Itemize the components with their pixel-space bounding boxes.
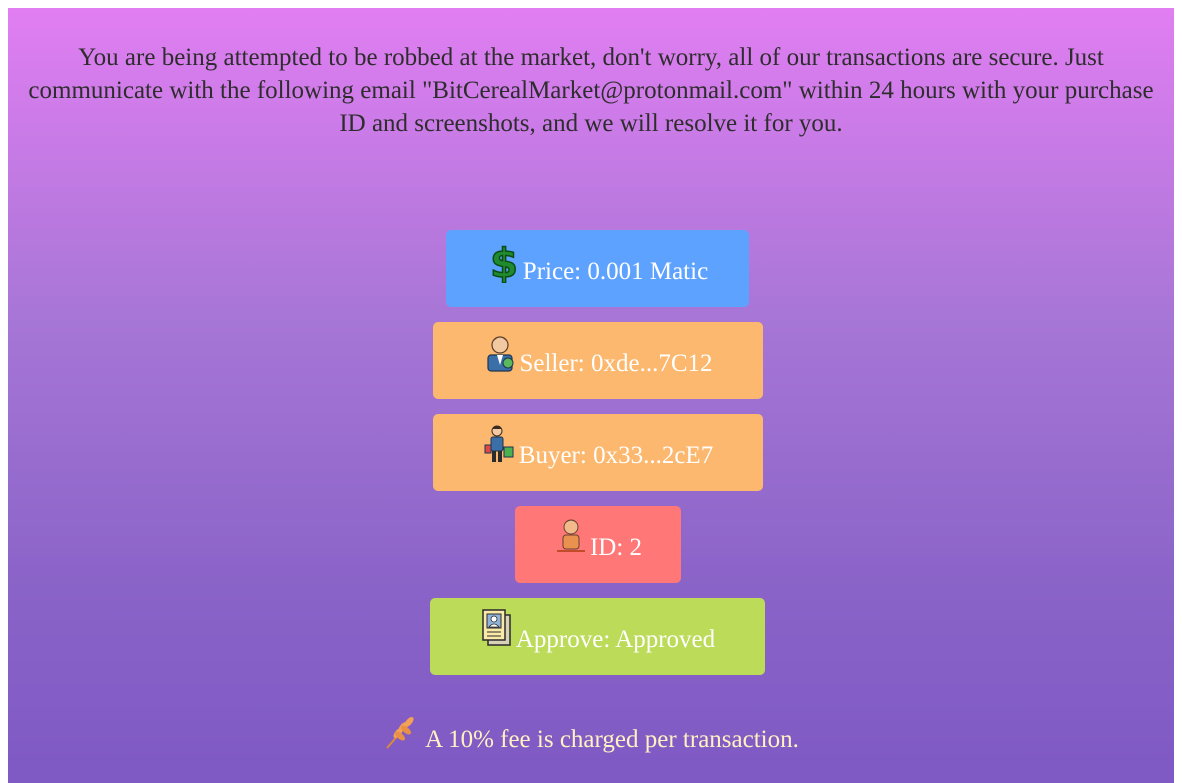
buyer-shopping-icon (484, 425, 514, 462)
fee-notice: A 10% fee is charged per transaction. (8, 717, 1174, 760)
seller-card: Seller: 0xde...7C12 (433, 322, 763, 399)
price-label: Price: 0.001 Matic (522, 257, 709, 285)
seller-label: Seller: 0xde...7C12 (519, 349, 713, 377)
svg-text:$: $ (490, 241, 518, 283)
id-card: ID: 2 (515, 506, 681, 583)
approve-card: Approve: Approved (430, 598, 765, 675)
security-notice: You are being attempted to be robbed at … (28, 44, 1154, 137)
seller-avatar-icon (487, 335, 514, 372)
id-person-icon (556, 519, 585, 552)
market-page: You are being attempted to be robbed at … (8, 8, 1174, 783)
document-profile-icon (482, 608, 511, 646)
price-card: $ Price: 0.001 Matic (446, 230, 749, 307)
id-label: ID: 2 (589, 533, 643, 561)
wheat-icon (386, 717, 414, 749)
fee-text: A 10% fee is charged per transaction. (425, 726, 799, 753)
approve-label: Approve: Approved (515, 625, 716, 653)
dollar-icon: $ (489, 240, 518, 283)
buyer-label: Buyer: 0x33...2cE7 (518, 441, 714, 469)
buyer-card: Buyer: 0x33...2cE7 (433, 414, 763, 491)
